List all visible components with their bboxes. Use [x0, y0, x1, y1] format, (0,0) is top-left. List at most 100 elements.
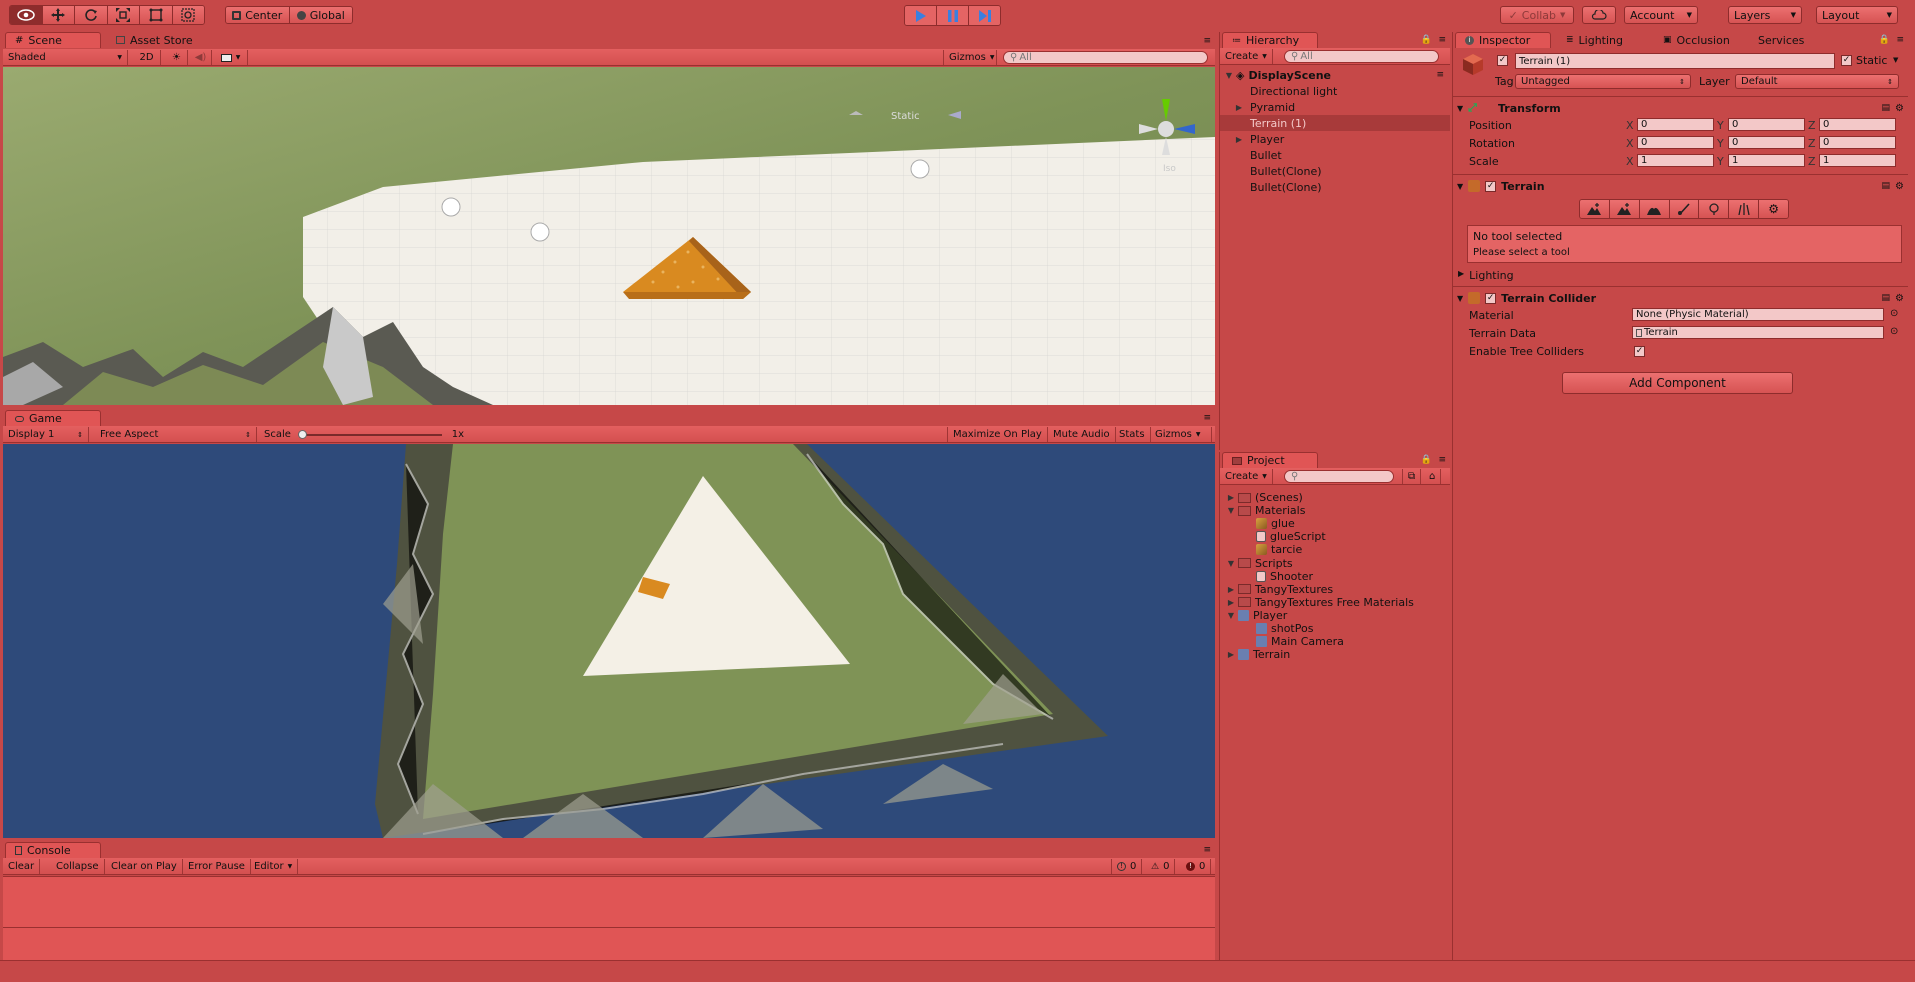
hierarchy-item[interactable]: Terrain (1) — [1220, 115, 1450, 131]
tab-occlusion[interactable]: ▣ Occlusion — [1654, 32, 1739, 48]
terrain-enabled-checkbox[interactable]: ✓ — [1485, 180, 1497, 192]
hierarchy-item[interactable]: ▶ Player — [1220, 131, 1450, 147]
hierarchy-item[interactable]: Bullet — [1220, 147, 1450, 163]
console-error-pause-toggle[interactable]: Error Pause — [183, 859, 251, 874]
expand-arrow-icon[interactable]: ▶ — [1226, 493, 1236, 502]
panel-menu-icon[interactable]: ≡ — [1203, 845, 1211, 855]
place-trees-icon[interactable] — [1699, 200, 1730, 218]
expand-arrow-icon[interactable]: ▼ — [1226, 559, 1236, 568]
tab-services[interactable]: Services — [1749, 32, 1813, 48]
project-item[interactable]: ▶ Terrain — [1220, 648, 1450, 661]
project-item[interactable]: ▼ Player — [1220, 609, 1450, 622]
transform-x-field[interactable]: 0 — [1637, 136, 1714, 149]
gear-icon[interactable]: ⚙ — [1895, 293, 1904, 304]
console-info-filter[interactable]: ! 0 — [1111, 859, 1143, 874]
pivot-center-button[interactable]: Center — [226, 7, 290, 23]
scale-tool-icon[interactable] — [107, 6, 140, 24]
expand-arrow-icon[interactable]: ▶ — [1226, 650, 1236, 659]
tab-hierarchy[interactable]: ≔ Hierarchy — [1222, 32, 1318, 48]
terrain-header[interactable]: ▼ ✓ Terrain ▤ ⚙ — [1457, 177, 1904, 195]
mute-audio-toggle[interactable]: Mute Audio — [1048, 427, 1116, 442]
transform-header[interactable]: ▼ ⤢ Transform ▤ ⚙ — [1457, 99, 1904, 117]
console-detail-divider[interactable] — [3, 927, 1215, 928]
scene-gizmos-dropdown[interactable]: Gizmos ▼ — [943, 50, 997, 65]
collider-material-field[interactable]: None (Physic Material) — [1632, 308, 1884, 321]
raise-terrain-icon[interactable] — [1580, 200, 1610, 218]
scale-slider-thumb[interactable] — [297, 429, 307, 439]
hierarchy-search-input[interactable]: ⚲ All — [1284, 50, 1439, 63]
maximize-on-play-toggle[interactable]: Maximize On Play — [947, 427, 1048, 442]
object-picker-icon[interactable]: ⊙ — [1890, 308, 1898, 319]
hierarchy-scene-root[interactable]: ▼ ◈ DisplayScene ≡ — [1220, 67, 1450, 83]
layout-dropdown[interactable]: Layout ▼ — [1816, 6, 1898, 24]
help-book-icon[interactable]: ▤ — [1882, 103, 1891, 113]
help-book-icon[interactable]: ▤ — [1882, 181, 1891, 191]
scene-search-input[interactable]: ⚲ All — [1003, 51, 1208, 64]
transform-x-field[interactable]: 1 — [1637, 154, 1714, 167]
paint-height-icon[interactable] — [1609, 200, 1640, 218]
object-picker-icon[interactable]: ⊙ — [1890, 326, 1898, 337]
project-search-input[interactable]: ⚲ — [1284, 470, 1394, 483]
project-item[interactable]: Main Camera — [1220, 635, 1450, 648]
project-item[interactable]: glue — [1220, 517, 1450, 530]
collider-enabled-checkbox[interactable]: ✓ — [1485, 292, 1497, 304]
hierarchy-create-dropdown[interactable]: Create ▼ — [1220, 49, 1273, 64]
step-button[interactable] — [969, 6, 1000, 25]
smooth-height-icon[interactable] — [1639, 200, 1670, 218]
transform-z-field[interactable]: 0 — [1819, 136, 1896, 149]
object-active-checkbox[interactable]: ✓ — [1497, 55, 1508, 66]
paint-texture-icon[interactable] — [1669, 200, 1700, 218]
rotate-tool-icon[interactable] — [75, 6, 108, 24]
stats-toggle[interactable]: Stats — [1114, 427, 1151, 442]
console-clear-on-play-toggle[interactable]: Clear on Play — [106, 859, 183, 874]
panel-menu-icon[interactable]: ≡ — [1896, 35, 1904, 45]
expand-arrow-icon[interactable]: ▼ — [1457, 182, 1463, 191]
layers-dropdown[interactable]: Layers ▼ — [1728, 6, 1802, 24]
help-book-icon[interactable]: ▤ — [1882, 293, 1891, 303]
account-dropdown[interactable]: Account ▼ — [1624, 6, 1698, 24]
project-item[interactable]: Shooter — [1220, 570, 1450, 583]
layer-dropdown[interactable]: Default ⇕ — [1735, 74, 1899, 89]
terrain-settings-icon[interactable]: ⚙ — [1759, 200, 1788, 218]
console-log-area[interactable] — [3, 876, 1215, 960]
transform-y-field[interactable]: 1 — [1728, 154, 1805, 167]
console-clear-button[interactable]: Clear — [3, 859, 41, 874]
hierarchy-item[interactable]: Bullet(Clone) — [1220, 163, 1450, 179]
aspect-dropdown[interactable]: Free Aspect ⇕ — [95, 427, 257, 442]
object-name-field[interactable]: Terrain (1) — [1515, 53, 1835, 69]
expand-arrow-icon[interactable]: ▶ — [1234, 135, 1244, 144]
collab-dropdown[interactable]: ✓ Collab ▼ — [1500, 6, 1574, 24]
terrain-lighting-foldout[interactable]: ▶ Lighting — [1458, 269, 1514, 282]
tab-inspector[interactable]: i Inspector — [1455, 32, 1551, 48]
panel-menu-icon[interactable]: ≡ — [1438, 455, 1446, 465]
play-button[interactable] — [905, 6, 937, 25]
static-checkbox[interactable]: ✓ — [1841, 55, 1852, 66]
terrain-collider-header[interactable]: ▼ ✓ Terrain Collider ▤ ⚙ — [1457, 289, 1904, 307]
console-collapse-toggle[interactable]: Collapse — [51, 859, 105, 874]
panel-menu-icon[interactable]: ≡ — [1438, 35, 1446, 45]
collider-data-field[interactable]: Terrain — [1632, 326, 1884, 339]
hierarchy-item[interactable]: ▶ Pyramid — [1220, 99, 1450, 115]
project-item[interactable]: shotPos — [1220, 622, 1450, 635]
expand-arrow-icon[interactable]: ▶ — [1234, 103, 1244, 112]
tree-colliders-checkbox[interactable]: ✓ — [1634, 346, 1645, 357]
scene-effects-dropdown[interactable]: ▼ — [214, 50, 248, 65]
toggle-2d-button[interactable]: 2D — [133, 50, 161, 65]
shading-dropdown[interactable]: Shaded ▼ — [3, 50, 128, 65]
tab-console[interactable]: Console — [5, 842, 101, 858]
hierarchy-item[interactable]: Directional light — [1220, 83, 1450, 99]
gear-icon[interactable]: ⚙ — [1895, 103, 1904, 114]
move-tool-icon[interactable] — [42, 6, 75, 24]
tag-dropdown[interactable]: Untagged ⇕ — [1515, 74, 1691, 89]
project-create-dropdown[interactable]: Create ▼ — [1220, 469, 1273, 484]
transform-x-field[interactable]: 0 — [1637, 118, 1714, 131]
expand-arrow-icon[interactable]: ▼ — [1226, 506, 1236, 515]
expand-arrow-icon[interactable]: ▶ — [1458, 269, 1464, 282]
console-error-filter[interactable]: ! 0 — [1181, 859, 1212, 874]
lock-icon[interactable]: 🔒 — [1421, 35, 1432, 45]
project-item[interactable]: tarcie — [1220, 543, 1450, 556]
transform-z-field[interactable]: 1 — [1819, 154, 1896, 167]
search-by-type-button[interactable]: ⧉ — [1402, 469, 1422, 484]
game-gizmos-dropdown[interactable]: Gizmos ▼ — [1150, 427, 1212, 442]
cloud-button[interactable] — [1582, 6, 1616, 24]
